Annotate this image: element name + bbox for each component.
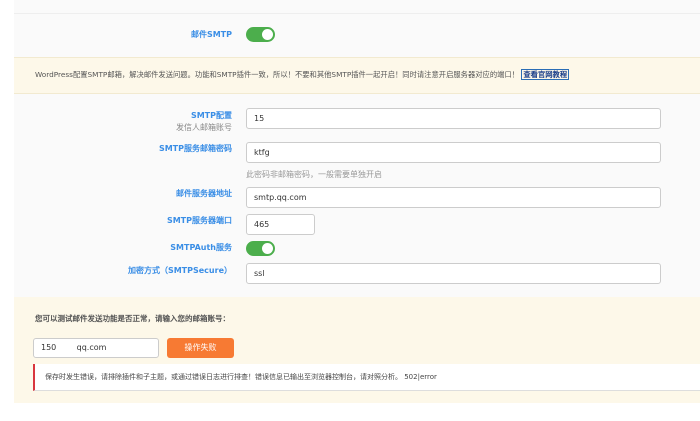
notice-text: WordPress配置SMTP邮箱，解决邮件发送问题。功能和SMTP插件一致，所… [35, 70, 520, 79]
from-sublabel: 发信人邮箱账号 [176, 123, 232, 132]
port-input[interactable]: 465 [246, 214, 315, 235]
smtp-toggle-row [14, 14, 700, 57]
tutorial-link[interactable]: 查看官网教程 [521, 69, 570, 80]
from-email-input[interactable]: 15 [246, 108, 661, 129]
test-email-input[interactable]: 150 qq.com [33, 338, 159, 358]
port-label: SMTP服务器端口 [166, 216, 232, 225]
secure-input[interactable]: ssl [246, 263, 661, 284]
smtp-toggle[interactable] [246, 27, 275, 42]
send-test-button[interactable]: 操作失败 [167, 338, 234, 358]
password-hint: 此密码非邮箱密码，一般需要单独开启 [246, 170, 382, 179]
auth-toggle[interactable] [246, 241, 275, 256]
password-input[interactable]: ktfg [246, 142, 661, 163]
smtp-toggle-label: 邮件SMTP [190, 30, 232, 39]
from-label: SMTP配置 [190, 111, 232, 120]
password-label: SMTP服务邮箱密码 [158, 144, 232, 153]
host-input[interactable]: smtp.qq.com [246, 187, 661, 208]
notice: WordPress配置SMTP邮箱，解决邮件发送问题。功能和SMTP插件一致，所… [35, 69, 570, 80]
auth-label: SMTPAuth服务 [170, 243, 232, 252]
secure-label: 加密方式（SMTPSecure） [127, 266, 232, 275]
error-message: 保存时发生错误，请排除插件和子主题，或通过错误日志进行排查！错误信息已输出至浏览… [33, 364, 700, 391]
top-strip [14, 0, 700, 14]
host-label: 邮件服务器地址 [176, 189, 232, 198]
test-prompt: 您可以测试邮件发送功能是否正常，请输入您的邮箱账号： [35, 314, 230, 323]
